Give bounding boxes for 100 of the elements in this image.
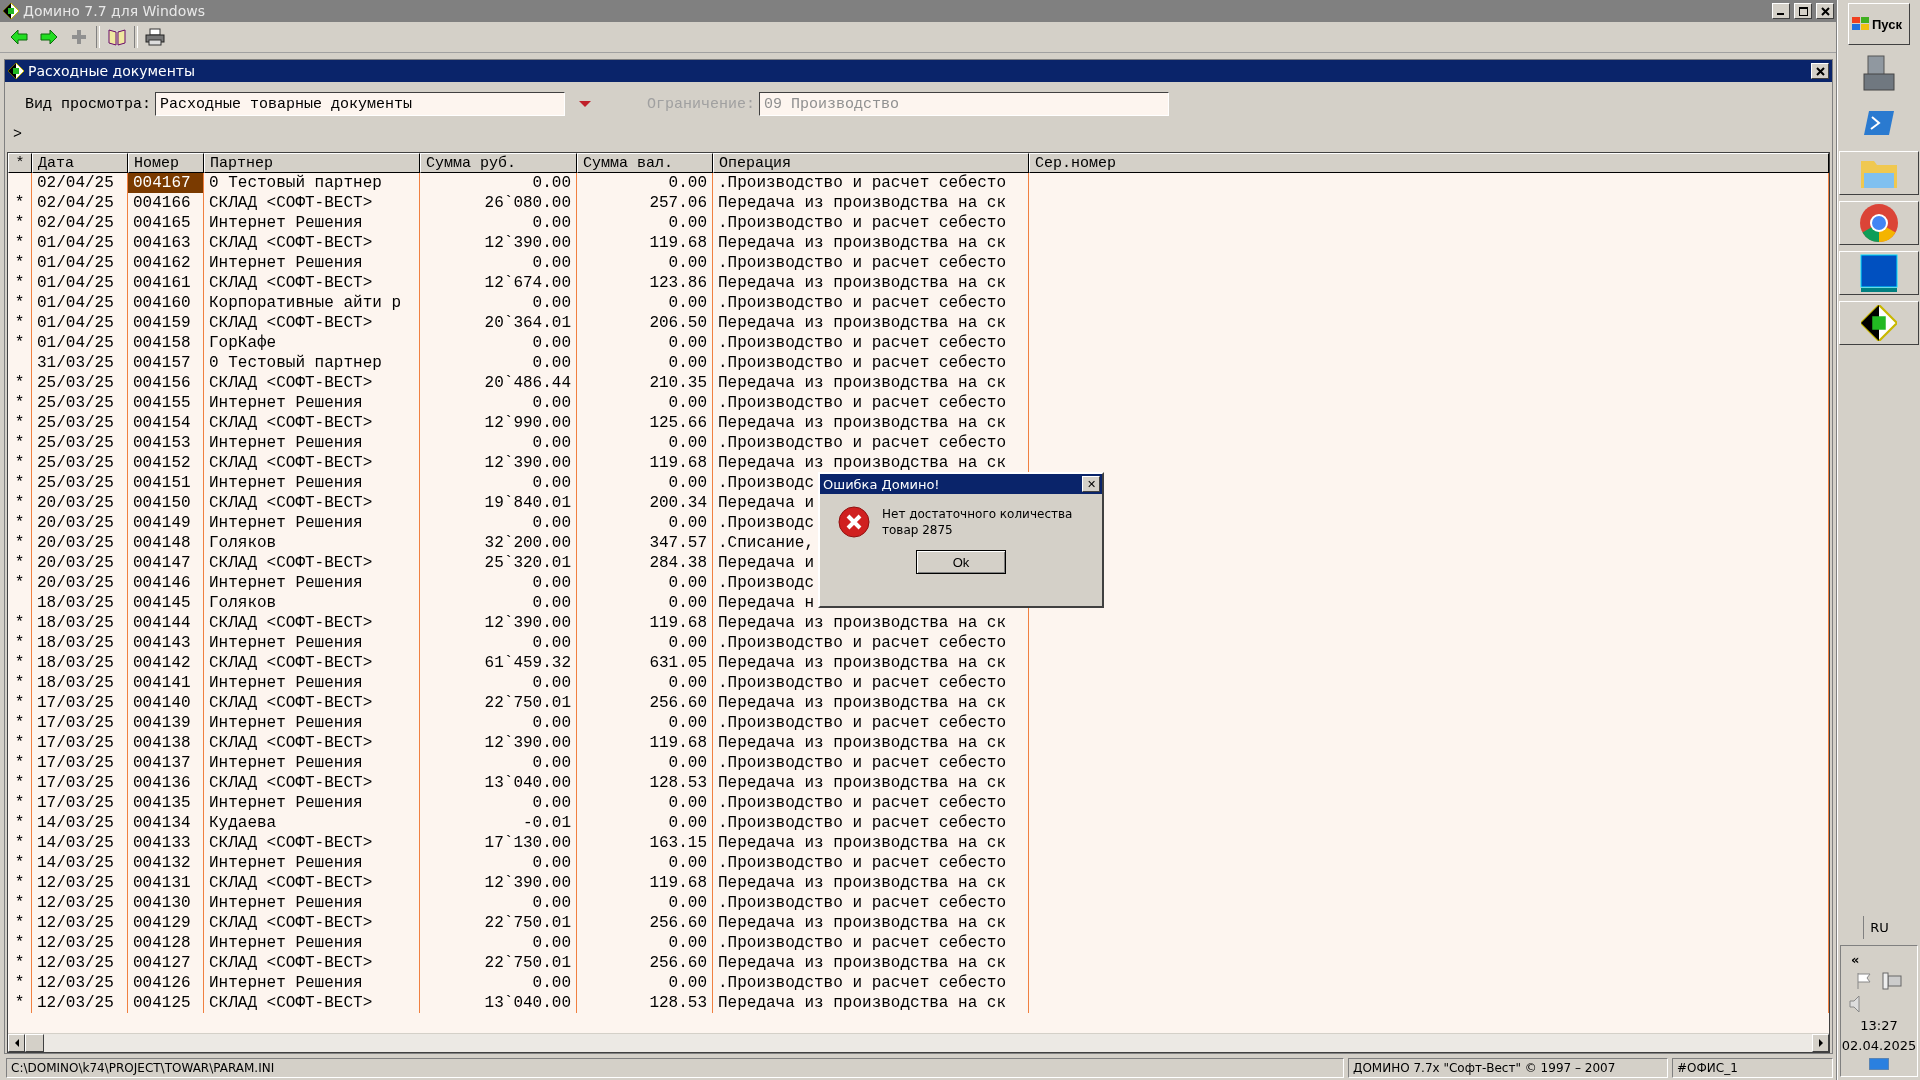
table-cell: 18/03/25	[32, 673, 128, 693]
status-text: #ОФИС_1	[1672, 1058, 1833, 1078]
table-cell: 004125	[128, 993, 204, 1013]
table-cell: 14/03/25	[32, 813, 128, 833]
table-cell: 004158	[128, 333, 204, 353]
document-title: Расходные документы	[28, 63, 197, 79]
table-cell: СКЛАД <СОФТ-ВЕСТ>	[204, 493, 420, 513]
network-icon[interactable]	[1882, 972, 1902, 990]
language-indicator[interactable]: RU	[1863, 916, 1895, 939]
table-cell: 0.00	[577, 673, 713, 693]
table-cell: *	[8, 533, 32, 553]
table-cell: *	[8, 233, 32, 253]
scroll-right-button[interactable]	[1812, 1034, 1829, 1052]
table-cell: 18/03/25	[32, 613, 128, 633]
table-cell: *	[8, 673, 32, 693]
table-cell: 004127	[128, 953, 204, 973]
close-button[interactable]	[1816, 3, 1834, 19]
scroll-left-button[interactable]	[8, 1034, 25, 1052]
table-cell: 18/03/25	[32, 593, 128, 613]
table-cell: 004150	[128, 493, 204, 513]
table-cell: СКЛАД <СОФТ-ВЕСТ>	[204, 953, 420, 973]
table-cell: 25/03/25	[32, 453, 128, 473]
table-cell: 25/03/25	[32, 473, 128, 493]
column-header[interactable]: *	[8, 153, 32, 173]
column-header[interactable]: Сер.номер	[1029, 153, 1829, 173]
table-cell: *	[8, 793, 32, 813]
maximize-button[interactable]	[1794, 3, 1812, 19]
table-cell: 12`390.00	[420, 233, 577, 253]
column-header[interactable]: Сумма вал.	[577, 153, 713, 173]
table-cell: 31/03/25	[32, 353, 128, 373]
table-cell: 004128	[128, 933, 204, 953]
table-cell: *	[8, 813, 32, 833]
close-button[interactable]	[1811, 63, 1829, 79]
table-cell: 12`390.00	[420, 733, 577, 753]
table-cell: 12`390.00	[420, 873, 577, 893]
windows-logo-icon	[1852, 16, 1870, 32]
table-cell: 32`200.00	[420, 533, 577, 553]
table-cell: 004130	[128, 893, 204, 913]
folder-icon[interactable]	[1839, 151, 1919, 195]
table-cell: 119.68	[577, 453, 713, 473]
table-cell: СКЛАД <СОФТ-ВЕСТ>	[204, 373, 420, 393]
table-cell: Голяков	[204, 533, 420, 553]
dropdown-arrow-icon[interactable]	[579, 100, 592, 108]
table-cell: *	[8, 333, 32, 353]
table-cell: 004161	[128, 273, 204, 293]
table-cell: 25/03/25	[32, 413, 128, 433]
table-cell: 004144	[128, 613, 204, 633]
table-cell: *	[8, 873, 32, 893]
view-field[interactable]: Расходные товарные документы	[155, 92, 566, 116]
table-cell: .Производство и расчет себесто	[713, 213, 1029, 233]
ok-button[interactable]: Ok	[916, 550, 1006, 574]
table-cell: 004140	[128, 693, 204, 713]
table-cell: *	[8, 713, 32, 733]
column-header[interactable]: Номер	[128, 153, 204, 173]
table-cell: 004126	[128, 973, 204, 993]
minimize-button[interactable]	[1772, 3, 1790, 19]
table-cell: 004132	[128, 853, 204, 873]
browser-icon[interactable]	[1839, 201, 1919, 245]
table-cell: 004134	[128, 813, 204, 833]
window-title: Домино 7.7 для Windows	[23, 3, 207, 19]
table-cell: 0.00	[420, 253, 577, 273]
table-cell: 17/03/25	[32, 693, 128, 713]
scroll-thumb[interactable]	[25, 1034, 44, 1052]
printer-icon[interactable]	[142, 25, 168, 49]
table-cell: 0.00	[420, 573, 577, 593]
table-cell: .Производство и расчет себесто	[713, 173, 1029, 193]
table-cell: 0.00	[577, 973, 713, 993]
start-button[interactable]: Пуск	[1848, 3, 1910, 45]
table-cell: 20/03/25	[32, 513, 128, 533]
table-cell: 17/03/25	[32, 753, 128, 773]
right-triangle-icon	[1817, 1039, 1824, 1047]
table-cell: Передача из производства на ск	[713, 993, 1029, 1013]
table-cell: 0.00	[577, 933, 713, 953]
table-cell: 0.00	[420, 793, 577, 813]
error-icon	[838, 506, 870, 538]
column-header[interactable]: Сумма руб.	[420, 153, 577, 173]
table-cell: 0.00	[577, 793, 713, 813]
table-cell: 004155	[128, 393, 204, 413]
table-cell: *	[8, 613, 32, 633]
column-header[interactable]: Партнер	[204, 153, 420, 173]
column-header[interactable]: Операция	[713, 153, 1029, 173]
table-cell: Передача из производства на ск	[713, 273, 1029, 293]
table-cell: 01/04/25	[32, 233, 128, 253]
table-cell: 0 Тестовый партнер	[204, 173, 420, 193]
diamond-logo-icon[interactable]	[1839, 301, 1919, 345]
table-cell: 163.15	[577, 833, 713, 853]
table-cell: 004136	[128, 773, 204, 793]
table-cell: .Производство и расчет себесто	[713, 753, 1029, 773]
table-cell: 61`459.32	[420, 653, 577, 673]
close-button[interactable]: ✕	[1082, 476, 1100, 492]
column-header[interactable]: Дата	[32, 153, 128, 173]
table-cell: 119.68	[577, 613, 713, 633]
table-cell: .Производство и расчет себесто	[713, 393, 1029, 413]
table-cell: 004131	[128, 873, 204, 893]
table-cell: 0.00	[420, 893, 577, 913]
table-cell: ГорКафе	[204, 333, 420, 353]
tray-expand-toggle[interactable]: «	[1851, 952, 1860, 967]
table-cell: 0.00	[577, 573, 713, 593]
file-manager-icon[interactable]	[1839, 251, 1919, 295]
table-cell: 0.00	[577, 513, 713, 533]
